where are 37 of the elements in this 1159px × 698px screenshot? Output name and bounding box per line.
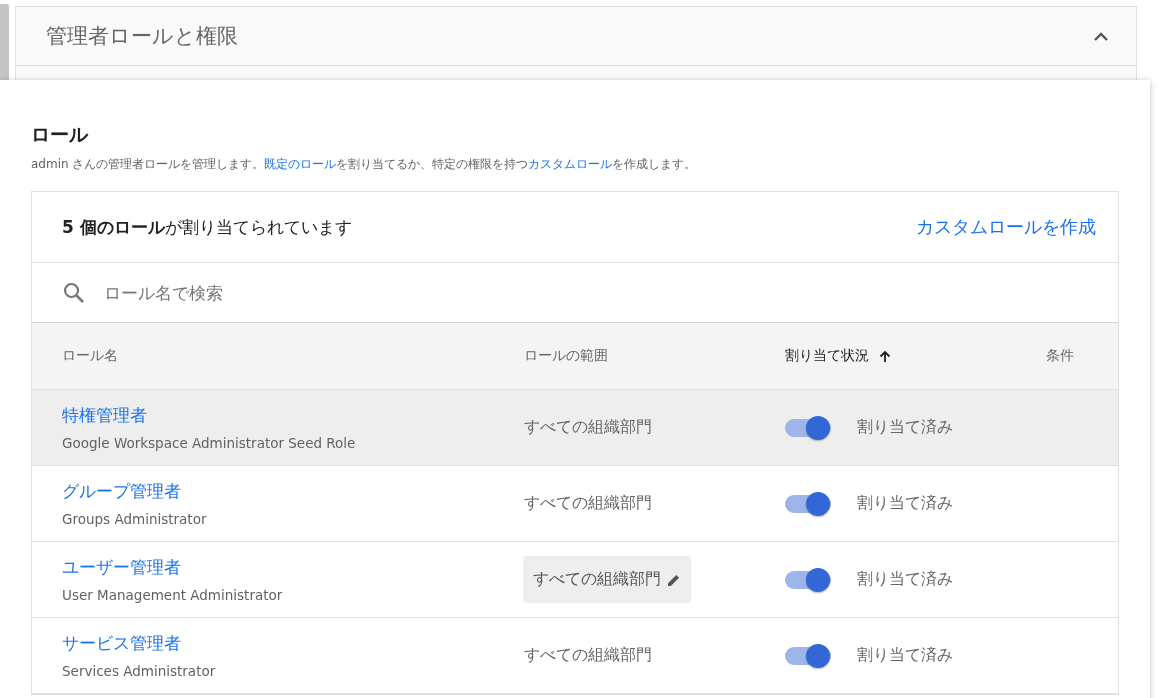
scope-edit-button[interactable]: すべての組織部門 bbox=[523, 556, 691, 603]
role-subtitle: User Management Administrator bbox=[62, 587, 284, 603]
role-subtitle: Groups Administrator bbox=[62, 511, 208, 527]
column-header[interactable]: 条件 bbox=[1046, 347, 1118, 365]
assignment-toggle[interactable] bbox=[785, 494, 831, 513]
column-header[interactable]: ロールの範囲 bbox=[524, 347, 785, 365]
role-row[interactable]: 特権管理者 Google Workspace Administrator Seed Role すべての組織部門 割り当て済み bbox=[32, 390, 1118, 466]
collapse-icon[interactable] bbox=[1094, 31, 1108, 41]
search-icon bbox=[62, 280, 86, 305]
column-header[interactable]: ロール名 bbox=[62, 347, 524, 365]
description: admin さんの管理者ロールを管理します。既定のロールを割り当てるか、特定の権限を持つカスタムロールを作成します。 bbox=[31, 156, 698, 173]
assignment-toggle[interactable] bbox=[785, 418, 831, 437]
card-title: ロール bbox=[31, 122, 89, 147]
role-scope: すべての組織部門 bbox=[524, 493, 653, 514]
pencil-icon bbox=[667, 572, 681, 587]
scrollbar-thumb[interactable] bbox=[0, 4, 9, 82]
role-name-link[interactable]: 特権管理者 bbox=[62, 404, 147, 427]
description-link[interactable]: カスタムロール bbox=[528, 157, 613, 171]
sort-arrow-icon bbox=[879, 349, 891, 363]
role-scope: すべての組織部門 bbox=[524, 417, 653, 438]
role-name-link[interactable]: サービス管理者 bbox=[62, 632, 181, 655]
create-role-link[interactable]: カスタムロールを作成 bbox=[916, 215, 1096, 239]
role-name-link[interactable]: グループ管理者 bbox=[62, 480, 181, 503]
role-name-link[interactable]: ユーザー管理者 bbox=[62, 556, 181, 579]
description-link[interactable]: 既定のロール bbox=[264, 157, 337, 171]
role-subtitle: Google Workspace Administrator Seed Role bbox=[62, 435, 357, 451]
assignment-toggle[interactable] bbox=[785, 570, 831, 589]
column-header[interactable]: 割り当て状況 bbox=[785, 347, 1046, 365]
assignment-status: 割り当て済み bbox=[857, 569, 953, 590]
assignment-status: 割り当て済み bbox=[857, 417, 953, 438]
assignment-status: 割り当て済み bbox=[857, 493, 953, 514]
role-count: 5 個のロールが割り当てられています bbox=[62, 215, 352, 239]
role-subtitle: Services Administrator bbox=[62, 663, 217, 679]
section-title: 管理者ロールと権限 bbox=[46, 23, 238, 50]
role-scope: すべての組織部門 bbox=[524, 645, 653, 666]
assignment-toggle[interactable] bbox=[785, 646, 831, 665]
assignment-status: 割り当て済み bbox=[857, 645, 953, 666]
